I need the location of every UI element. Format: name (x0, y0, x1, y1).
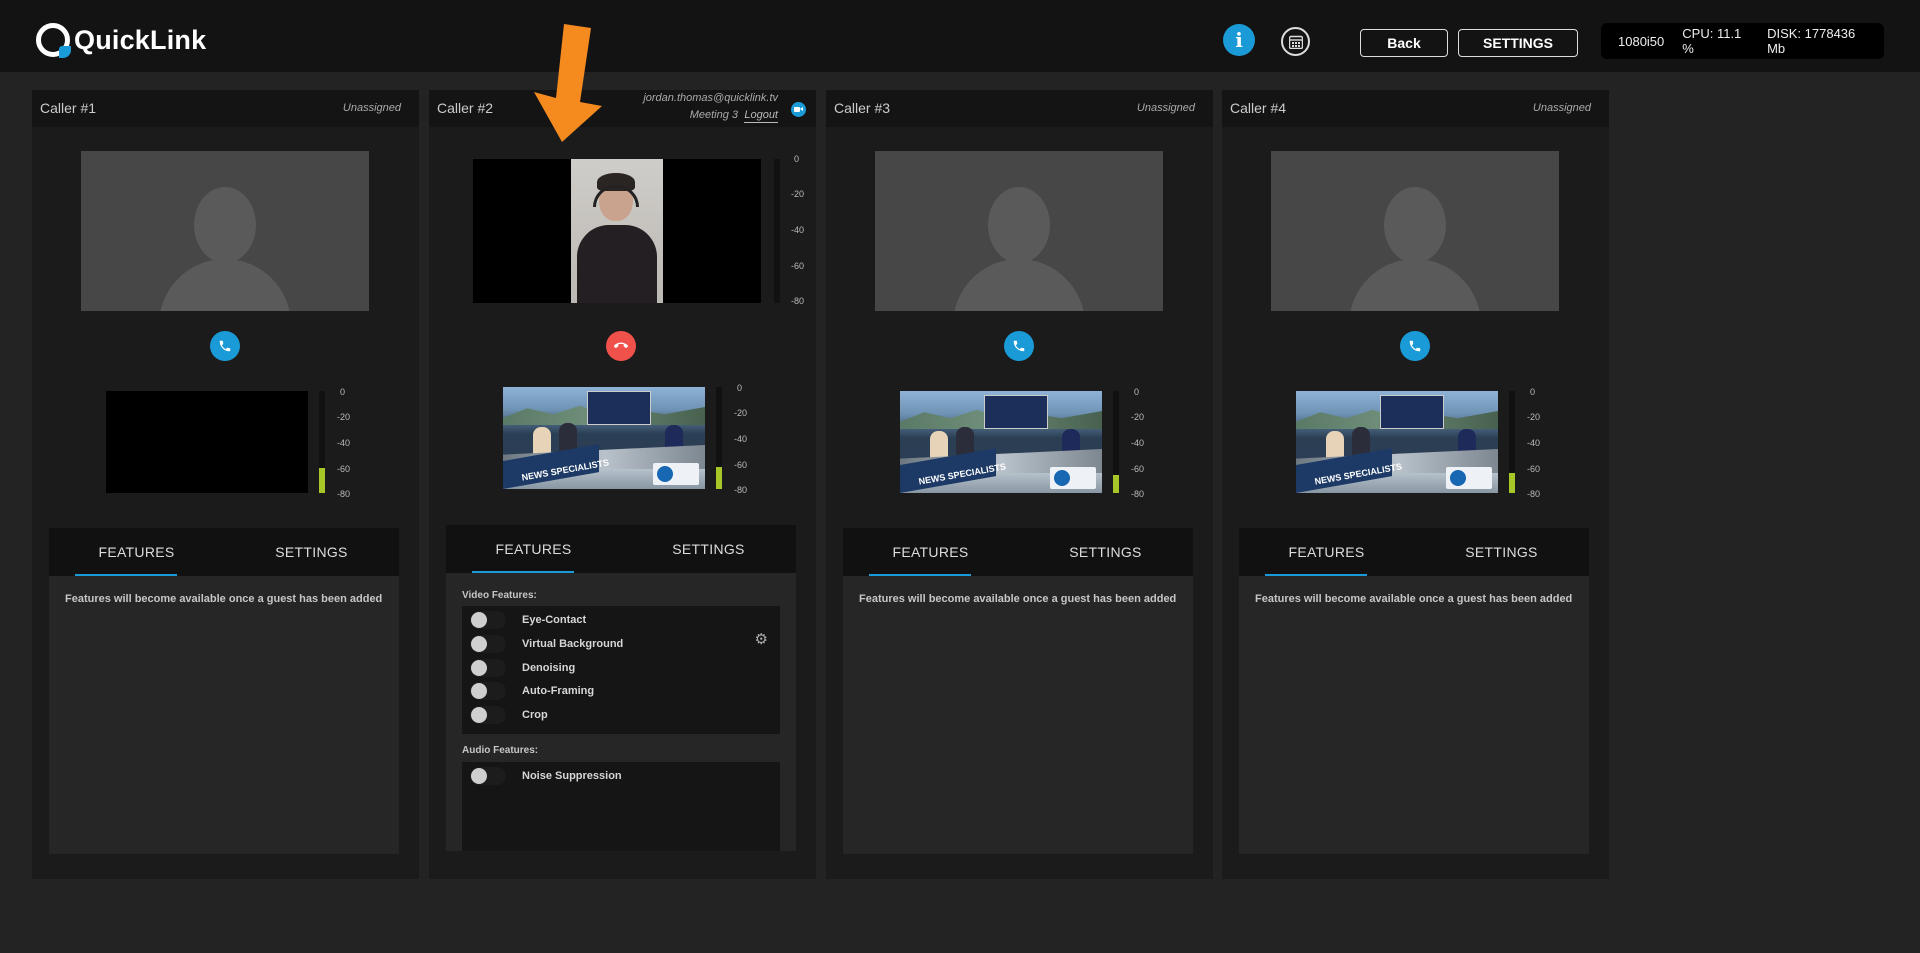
feature-denoising: Denoising (470, 658, 575, 678)
top-bar: QuickLink i Back SETTINGS 1080i50 CPU: 1… (0, 0, 1920, 72)
cpu-usage: CPU: 11.1 % (1682, 26, 1742, 56)
tab-features[interactable]: FEATURES (49, 528, 224, 576)
avatar-placeholder-icon (1384, 187, 1446, 263)
channel-logo-icon (1446, 467, 1492, 489)
caller-name: Caller #2 (437, 100, 494, 116)
feature-tabs: FEATURES SETTINGS (446, 525, 796, 573)
quicklink-logo: QuickLink (36, 22, 206, 58)
audio-features-list: Noise Suppression (462, 762, 780, 851)
caller-video-placeholder (875, 151, 1163, 311)
feature-eye-contact: Eye-Contact (470, 610, 586, 630)
feature-tabs: FEATURES SETTINGS (49, 528, 399, 576)
caller-video-placeholder (1271, 151, 1559, 311)
caller-name: Caller #4 (1230, 100, 1287, 116)
caller-header: Caller #3 Unassigned (826, 90, 1213, 127)
feature-tabs: FEATURES SETTINGS (843, 528, 1193, 576)
return-feed-preview: NEWS SPECIALISTS (1296, 391, 1498, 493)
settings-button[interactable]: SETTINGS (1458, 29, 1578, 57)
caller-header: Caller #1 Unassigned (32, 90, 419, 127)
eye-contact-toggle[interactable] (470, 611, 506, 629)
caller-status: Unassigned (1136, 102, 1195, 114)
video-format: 1080i50 (1618, 33, 1665, 49)
info-icon[interactable]: i (1223, 24, 1255, 56)
caller-status: Unassigned (342, 102, 401, 114)
empty-features-message: Features will become available once a gu… (1255, 593, 1573, 605)
noise-suppression-toggle[interactable] (470, 767, 506, 785)
caller-header: Caller #4 Unassigned (1222, 90, 1609, 127)
channel-logo-icon (1050, 467, 1096, 489)
return-feed-preview (106, 391, 308, 493)
caller-video (473, 159, 761, 303)
tab-settings[interactable]: SETTINGS (1414, 528, 1589, 576)
virtual-background-toggle[interactable] (470, 635, 506, 653)
features-panel: Features will become available once a gu… (1239, 576, 1589, 854)
avatar-placeholder-icon (194, 187, 256, 263)
features-panel: Features will become available once a gu… (49, 576, 399, 854)
video-features-label: Video Features: (462, 590, 537, 601)
avatar-placeholder-icon (988, 187, 1050, 263)
feature-noise-suppression: Noise Suppression (470, 766, 622, 786)
calendar-icon[interactable] (1281, 27, 1310, 56)
caller-panel-2: Caller #2 jordan.thomas@quicklink.tv Mee… (429, 90, 816, 879)
call-button[interactable] (1004, 331, 1034, 361)
logout-link[interactable]: Logout (744, 109, 778, 123)
auto-framing-toggle[interactable] (470, 682, 506, 700)
caller-header: Caller #2 jordan.thomas@quicklink.tv Mee… (429, 90, 816, 127)
caller-panel-1: Caller #1 Unassigned 0 -20 -40 -60 -80 F… (32, 90, 419, 879)
tab-settings[interactable]: SETTINGS (621, 525, 796, 573)
hang-up-button[interactable] (606, 331, 636, 361)
caller-name: Caller #1 (40, 100, 97, 116)
feature-auto-framing: Auto-Framing (470, 681, 594, 701)
tab-settings[interactable]: SETTINGS (1018, 528, 1193, 576)
quicklink-logo-icon (36, 23, 71, 58)
back-button[interactable]: Back (1360, 29, 1448, 57)
caller-video-placeholder (81, 151, 369, 311)
caller-video-frame (571, 159, 663, 303)
crop-toggle[interactable] (470, 706, 506, 724)
features-panel: Features will become available once a gu… (843, 576, 1193, 854)
logo-text: QuickLink (74, 24, 207, 55)
audio-meter (319, 391, 325, 493)
caller-panel-4: Caller #4 Unassigned NEWS SPECIALISTS 0 … (1222, 90, 1609, 879)
annotation-arrow-icon (534, 24, 602, 142)
call-button[interactable] (1400, 331, 1430, 361)
audio-features-label: Audio Features: (462, 745, 539, 756)
caller-status: Unassigned (1532, 102, 1591, 114)
empty-features-message: Features will become available once a gu… (65, 593, 383, 605)
user-email: jordan.thomas@quicklink.tv (643, 92, 778, 104)
video-camera-icon (791, 102, 806, 117)
return-feed-preview: NEWS SPECIALISTS (900, 391, 1102, 493)
call-button[interactable] (210, 331, 240, 361)
channel-logo-icon (653, 463, 699, 485)
audio-meter (1509, 391, 1515, 493)
audio-meter (716, 387, 722, 489)
feature-crop: Crop (470, 705, 548, 725)
tab-features[interactable]: FEATURES (1239, 528, 1414, 576)
feature-virtual-background: Virtual Background (470, 634, 623, 654)
audio-meter (1113, 391, 1119, 493)
features-panel: Video Features: Eye-Contact Virtual Back… (446, 573, 796, 851)
audio-meter (774, 159, 780, 303)
video-features-list: Eye-Contact Virtual Background ⚙ Denoisi… (462, 606, 780, 734)
feature-tabs: FEATURES SETTINGS (1239, 528, 1589, 576)
disk-usage: DISK: 1778436 Mb (1767, 26, 1856, 56)
empty-features-message: Features will become available once a gu… (859, 593, 1177, 605)
tab-features[interactable]: FEATURES (446, 525, 621, 573)
return-feed-preview: NEWS SPECIALISTS (503, 387, 705, 489)
gear-icon[interactable]: ⚙ (755, 632, 768, 647)
caller-name: Caller #3 (834, 100, 891, 116)
system-status: 1080i50 CPU: 11.1 % DISK: 1778436 Mb (1601, 23, 1884, 59)
denoising-toggle[interactable] (470, 659, 506, 677)
tab-settings[interactable]: SETTINGS (224, 528, 399, 576)
caller-panel-3: Caller #3 Unassigned NEWS SPECIALISTS 0 … (826, 90, 1213, 879)
meeting-name: Meeting 3 (689, 109, 738, 121)
tab-features[interactable]: FEATURES (843, 528, 1018, 576)
